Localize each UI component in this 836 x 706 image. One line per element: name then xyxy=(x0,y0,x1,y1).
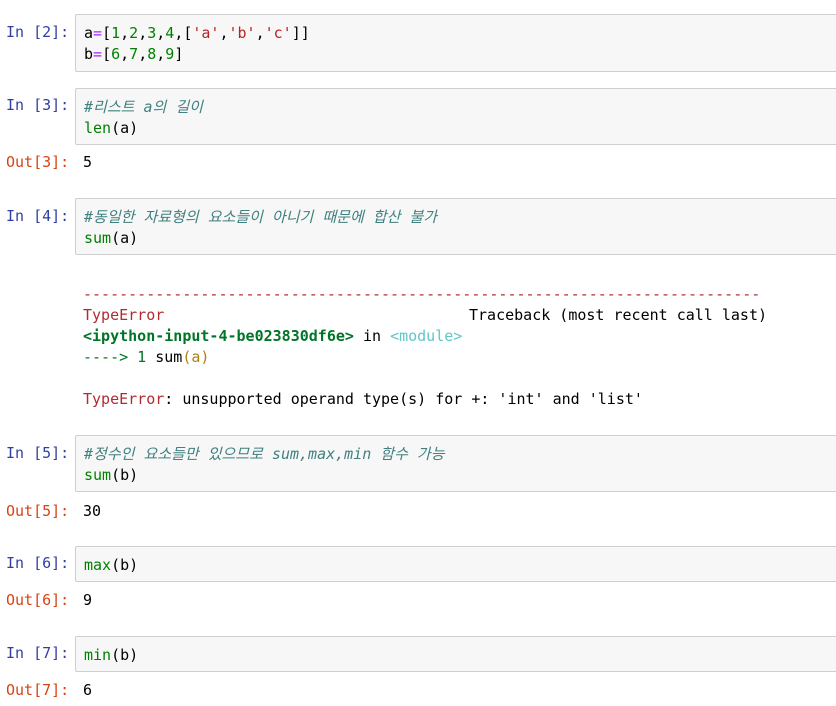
cell-output-3: 5 xyxy=(83,153,93,171)
func-arg: (b) xyxy=(111,466,139,484)
cell-output-5: 30 xyxy=(83,502,102,520)
builtin-func: max xyxy=(84,556,112,574)
out-prompt-3: Out[3]: xyxy=(6,153,70,171)
arrow: ----> 1 xyxy=(83,348,156,366)
traceback-line: ----> 1 sum(a) xyxy=(83,347,836,368)
in-prompt-2: In [2]: xyxy=(6,23,70,41)
traceback-header-right: Traceback (most recent call last) xyxy=(469,306,768,324)
traceback-separator: ----------------------------------------… xyxy=(83,285,761,303)
out-prompt-5: Out[5]: xyxy=(6,502,70,520)
error-type: TypeError xyxy=(83,306,165,324)
out-prompt-6: Out[6]: xyxy=(6,591,70,609)
in-prompt-3: In [3]: xyxy=(6,96,70,114)
out-prompt-7: Out[7]: xyxy=(6,681,70,699)
code-line: sum(a) xyxy=(84,228,833,249)
builtin-func: sum xyxy=(84,466,112,484)
in-prompt-4: In [4]: xyxy=(6,207,70,225)
in-word: in xyxy=(353,327,391,345)
builtin-func: min xyxy=(84,646,112,664)
func-arg: (b) xyxy=(111,556,139,574)
call-func: sum xyxy=(155,348,183,366)
code-line: b=[6,7,8,9] xyxy=(84,45,184,63)
final-error-type: TypeError xyxy=(83,390,165,408)
cell-output-7: 6 xyxy=(83,681,93,699)
in-prompt-6: In [6]: xyxy=(6,554,70,572)
cell-output-6: 9 xyxy=(83,591,93,609)
code-line: max(b) xyxy=(84,555,833,576)
code-comment: #리스트 a의 길이 xyxy=(84,98,203,116)
code-cell-5[interactable]: #정수인 요소들만 있으므로 sum,max,min 함수 가능 sum(b) xyxy=(75,435,836,492)
code-line: min(b) xyxy=(84,645,833,666)
builtin-func: sum xyxy=(84,229,112,247)
code-line: a=[1,2,3,4,['a','b','c']] xyxy=(84,24,310,42)
func-arg: (a) xyxy=(111,229,139,247)
code-comment: #정수인 요소들만 있으므로 sum,max,min 함수 가능 xyxy=(84,445,445,463)
code-line: sum(b) xyxy=(84,465,833,486)
func-arg: (a) xyxy=(111,119,139,137)
code-cell-3[interactable]: #리스트 a의 길이 len(a) xyxy=(75,88,836,145)
traceback-output: ----------------------------------------… xyxy=(83,263,836,431)
in-prompt-7: In [7]: xyxy=(6,644,70,662)
in-prompt-5: In [5]: xyxy=(6,444,70,462)
input-ref: <ipython-input-4-be023830df6e> xyxy=(83,327,354,345)
code-comment: #동일한 자료형의 요소들이 아니기 때문에 합산 불가 xyxy=(84,208,438,226)
code-cell-7[interactable]: min(b) xyxy=(75,636,836,672)
traceback-header: TypeError Traceback (most recent call las… xyxy=(83,305,836,326)
code-cell-6[interactable]: max(b) xyxy=(75,546,836,582)
code-cell-4[interactable]: #동일한 자료형의 요소들이 아니기 때문에 합산 불가 sum(a) xyxy=(75,198,836,255)
module-ref: <module> xyxy=(390,327,463,345)
call-arg: (a) xyxy=(182,348,210,366)
code-line: len(a) xyxy=(84,118,833,139)
traceback-location: <ipython-input-4-be023830df6e> in <modul… xyxy=(83,326,836,347)
traceback-error-line: TypeError: unsupported operand type(s) f… xyxy=(83,389,836,410)
builtin-func: len xyxy=(84,119,112,137)
func-arg: (b) xyxy=(111,646,139,664)
final-error-message: : unsupported operand type(s) for +: 'in… xyxy=(164,390,643,408)
code-cell-2[interactable]: a=[1,2,3,4,['a','b','c']] b=[6,7,8,9] xyxy=(75,14,836,72)
